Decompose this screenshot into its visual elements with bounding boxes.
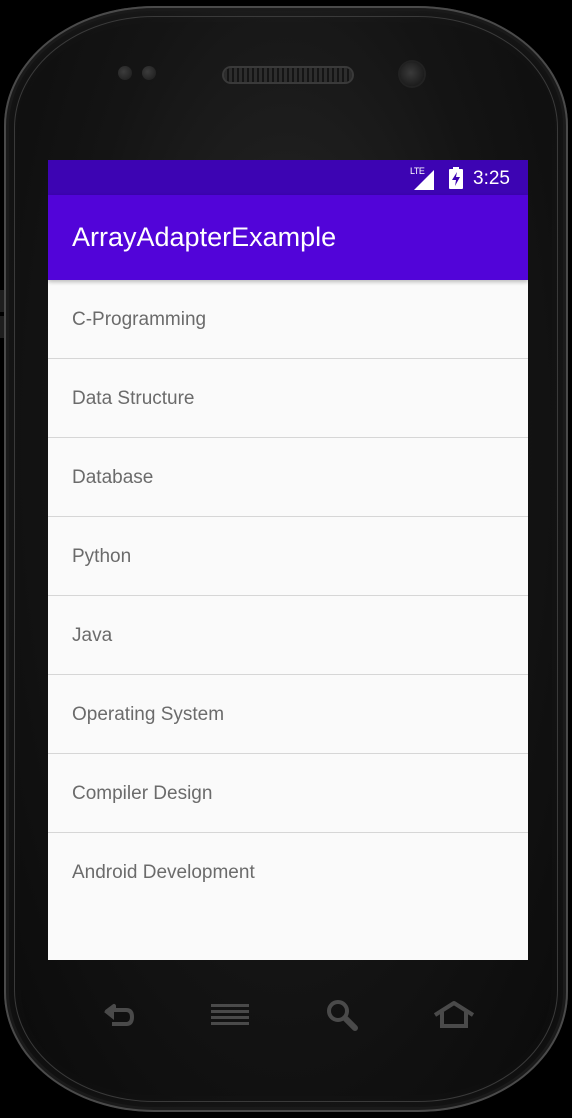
menu-button[interactable]	[200, 992, 260, 1038]
battery-charging-icon	[449, 167, 463, 189]
course-list: C-Programming Data Structure Database Py…	[48, 280, 528, 911]
list-item-label: Compiler Design	[72, 783, 213, 804]
app-title: ArrayAdapterExample	[72, 222, 337, 252]
clock: 3:25	[473, 168, 510, 189]
proximity-sensor	[118, 66, 132, 80]
list-item[interactable]: Compiler Design	[48, 754, 528, 833]
list-item-label: Java	[72, 625, 113, 646]
status-bar: LTE 3:25	[48, 160, 528, 195]
list-item-label: Operating System	[72, 704, 225, 725]
list-item[interactable]: Operating System	[48, 675, 528, 754]
list-item-label: Data Structure	[72, 388, 195, 409]
earpiece-speaker	[224, 68, 352, 82]
list-item[interactable]: C-Programming	[48, 280, 528, 359]
list-item[interactable]: Database	[48, 438, 528, 517]
list-item[interactable]: Android Development	[48, 833, 528, 911]
search-icon	[327, 1000, 358, 1031]
back-button[interactable]	[88, 992, 148, 1038]
list-item-label: Python	[72, 546, 132, 567]
search-button[interactable]	[312, 992, 372, 1038]
list-item-label: Database	[72, 467, 154, 488]
home-button[interactable]	[424, 992, 484, 1038]
side-button-lower[interactable]	[0, 316, 4, 338]
signal-icon	[414, 170, 434, 190]
home-icon	[433, 1001, 475, 1028]
list-item-label: Android Development	[72, 862, 255, 883]
light-sensor	[142, 66, 156, 80]
list-item[interactable]: Python	[48, 517, 528, 596]
side-button-upper[interactable]	[0, 290, 4, 312]
list-item[interactable]: Data Structure	[48, 359, 528, 438]
menu-icon	[211, 1004, 249, 1025]
app-bar: ArrayAdapterExample	[48, 195, 528, 280]
device-screen: LTE 3:25 ArrayAdapterExample C-Programmi…	[48, 160, 528, 960]
back-icon	[104, 1004, 134, 1026]
list-item[interactable]: Java	[48, 596, 528, 675]
list-item-label: C-Programming	[72, 309, 207, 330]
front-camera	[400, 62, 424, 86]
phone-device: LTE 3:25 ArrayAdapterExample C-Programmi…	[0, 0, 572, 1118]
